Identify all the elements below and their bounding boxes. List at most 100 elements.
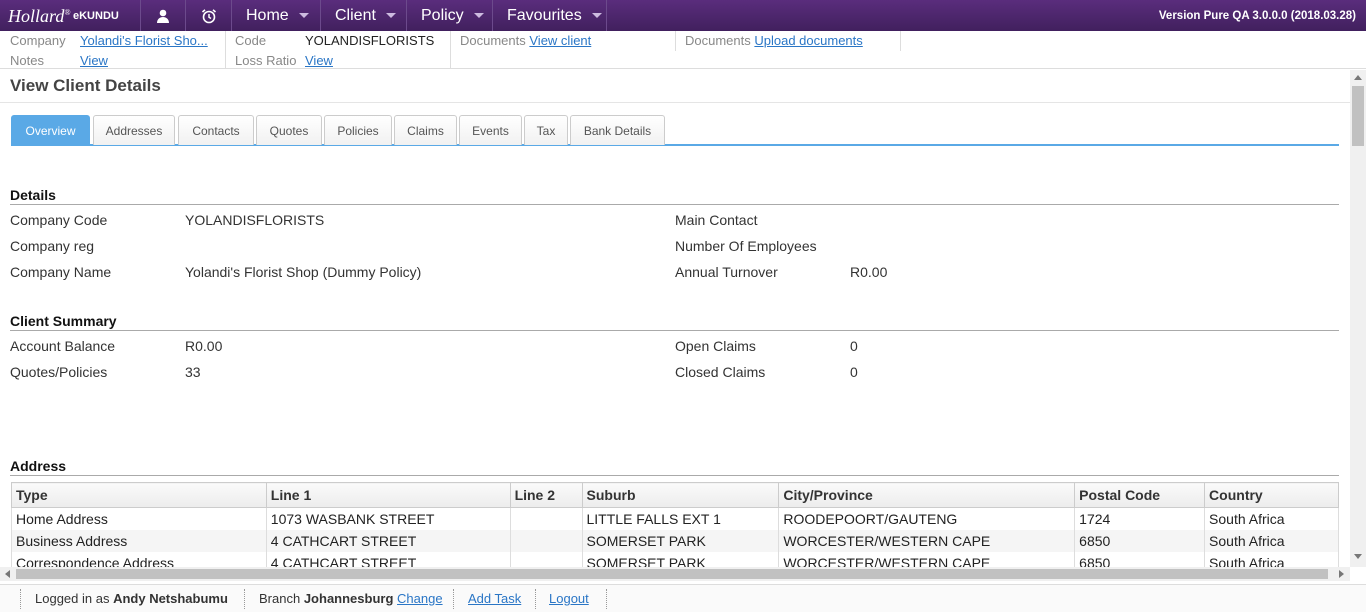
hollard-logo[interactable]: Hollard® bbox=[8, 6, 70, 27]
branch-label: Branch bbox=[259, 591, 301, 606]
upload-documents-link[interactable]: Upload documents bbox=[754, 33, 862, 48]
vertical-scrollbar[interactable] bbox=[1350, 70, 1366, 567]
tab-events[interactable]: Events bbox=[459, 115, 522, 145]
tab-quotes[interactable]: Quotes bbox=[256, 115, 322, 145]
divider bbox=[675, 31, 676, 51]
tab-addresses[interactable]: Addresses bbox=[93, 115, 175, 145]
loss-ratio-view-link[interactable]: View bbox=[305, 53, 333, 68]
divider bbox=[453, 589, 454, 609]
quotes-policies-label: Quotes/Policies bbox=[10, 364, 108, 380]
view-client-documents-link[interactable]: View client bbox=[529, 33, 591, 48]
quotes-policies-value: 33 bbox=[185, 364, 201, 380]
cell-city: ROODEPOORT/GAUTENG bbox=[778, 507, 1076, 530]
chevron-down-icon bbox=[473, 13, 484, 18]
table-row[interactable]: Correspondence Address 4 CATHCART STREET… bbox=[11, 551, 1339, 567]
cell-type: Correspondence Address bbox=[11, 551, 267, 567]
column-header-city[interactable]: City/Province bbox=[778, 482, 1076, 508]
code-value: YOLANDISFLORISTS bbox=[305, 33, 435, 48]
cell-line2 bbox=[509, 507, 583, 530]
tab-claims[interactable]: Claims bbox=[394, 115, 457, 145]
logout-link[interactable]: Logout bbox=[549, 591, 589, 606]
table-row[interactable]: Business Address 4 CATHCART STREET SOMER… bbox=[11, 529, 1339, 552]
column-header-line2[interactable]: Line 2 bbox=[509, 482, 583, 508]
alarm-clock-icon bbox=[201, 8, 216, 23]
cell-suburb: SOMERSET PARK bbox=[581, 529, 780, 552]
tab-tax[interactable]: Tax bbox=[524, 115, 568, 145]
divider bbox=[900, 31, 901, 51]
horizontal-scrollbar[interactable] bbox=[0, 567, 1350, 581]
branch-info: Branch Johannesburg Change bbox=[259, 591, 443, 606]
account-balance-value: R0.00 bbox=[185, 338, 223, 354]
loss-ratio-label: Loss Ratio bbox=[235, 53, 297, 68]
divider bbox=[225, 31, 226, 69]
version-text: Version Pure QA 3.0.0.0 (2018.03.28) bbox=[1158, 10, 1356, 22]
notes-info: Notes View bbox=[10, 53, 108, 68]
scroll-down-arrow-icon[interactable] bbox=[1354, 554, 1362, 559]
notes-view-link[interactable]: View bbox=[80, 53, 108, 68]
divider bbox=[450, 31, 451, 69]
main-content: View Client Details Overview Addresses C… bbox=[0, 70, 1350, 567]
company-info: Company Yolandi's Florist Sho... bbox=[10, 33, 208, 48]
cell-country: South Africa bbox=[1204, 507, 1339, 530]
scrollbar-thumb[interactable] bbox=[16, 569, 1328, 579]
closed-claims-value: 0 bbox=[850, 364, 858, 380]
divider bbox=[10, 204, 1339, 205]
column-header-suburb[interactable]: Suburb bbox=[581, 482, 780, 508]
tab-bank-details[interactable]: Bank Details bbox=[570, 115, 665, 145]
annual-turnover-value: R0.00 bbox=[850, 264, 888, 280]
client-info-bar: Company Yolandi's Florist Sho... Notes Vie… bbox=[0, 31, 1366, 69]
cell-type: Business Address bbox=[11, 529, 267, 552]
cell-city: WORCESTER/WESTERN CAPE bbox=[778, 551, 1076, 567]
scrollbar-thumb[interactable] bbox=[1352, 86, 1364, 146]
user-profile-button[interactable] bbox=[140, 0, 185, 31]
tab-contacts[interactable]: Contacts bbox=[178, 115, 254, 145]
column-header-postal-code[interactable]: Postal Code bbox=[1074, 482, 1206, 508]
company-link[interactable]: Yolandi's Florist Sho... bbox=[80, 33, 208, 48]
cell-type: Home Address bbox=[11, 507, 267, 530]
account-balance-label: Account Balance bbox=[10, 338, 116, 354]
column-header-country[interactable]: Country bbox=[1204, 482, 1339, 508]
cell-country: South Africa bbox=[1204, 551, 1339, 567]
cell-postal-code: 6850 bbox=[1074, 551, 1206, 567]
menu-policy[interactable]: Policy bbox=[406, 0, 492, 31]
logo-mark: ® bbox=[64, 8, 71, 17]
top-navigation-bar: Hollard® eKUNDU Home Client Policy Favou… bbox=[0, 0, 1366, 31]
change-branch-link[interactable]: Change bbox=[397, 591, 443, 606]
tab-overview[interactable]: Overview bbox=[11, 115, 90, 145]
chevron-down-icon bbox=[385, 13, 396, 18]
cell-line2 bbox=[509, 551, 583, 567]
tab-policies[interactable]: Policies bbox=[324, 115, 392, 145]
main-contact-label: Main Contact bbox=[675, 212, 758, 228]
documents-upload-info: Documents Upload documents bbox=[685, 33, 863, 48]
open-claims-value: 0 bbox=[850, 338, 858, 354]
menu-client-label: Client bbox=[335, 6, 376, 24]
user-name: Andy Netshabumu bbox=[113, 591, 228, 606]
company-name-label: Company Name bbox=[10, 264, 112, 280]
menu-client[interactable]: Client bbox=[320, 0, 406, 31]
cell-line1: 4 CATHCART STREET bbox=[265, 551, 511, 567]
divider bbox=[244, 589, 245, 609]
alarm-button[interactable] bbox=[185, 0, 231, 31]
cell-postal-code: 1724 bbox=[1074, 507, 1206, 530]
logout-item: Logout bbox=[549, 591, 589, 606]
menu-favourites[interactable]: Favourites bbox=[492, 0, 607, 31]
menu-home[interactable]: Home bbox=[231, 0, 320, 31]
scroll-right-arrow-icon[interactable] bbox=[1339, 570, 1344, 578]
add-task-link[interactable]: Add Task bbox=[468, 591, 521, 606]
divider bbox=[10, 475, 1339, 476]
cell-line1: 4 CATHCART STREET bbox=[265, 529, 511, 552]
column-header-line1[interactable]: Line 1 bbox=[265, 482, 511, 508]
scroll-left-arrow-icon[interactable] bbox=[5, 570, 10, 578]
open-claims-label: Open Claims bbox=[675, 338, 756, 354]
closed-claims-label: Closed Claims bbox=[675, 364, 766, 380]
code-info: Code YOLANDISFLORISTS bbox=[235, 33, 434, 48]
status-footer: Logged in as Andy Netshabumu Branch Joha… bbox=[0, 584, 1366, 612]
chevron-down-icon bbox=[591, 13, 602, 18]
scroll-up-arrow-icon[interactable] bbox=[1354, 75, 1362, 80]
table-row[interactable]: Home Address 1073 WASBANK STREET LITTLE … bbox=[11, 507, 1339, 530]
cell-line2 bbox=[509, 529, 583, 552]
column-header-type[interactable]: Type bbox=[11, 482, 267, 508]
annual-turnover-label: Annual Turnover bbox=[675, 264, 778, 280]
cell-suburb: SOMERSET PARK bbox=[581, 551, 780, 567]
company-code-value: YOLANDISFLORISTS bbox=[185, 212, 325, 228]
